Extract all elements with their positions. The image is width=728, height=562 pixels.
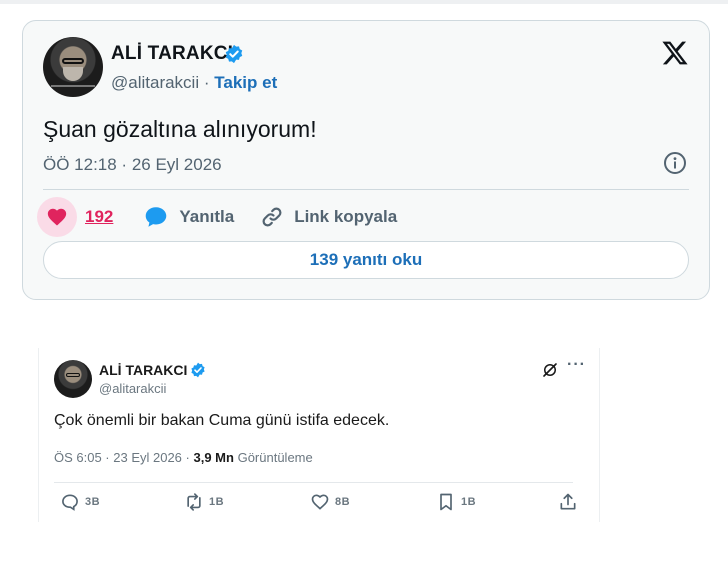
author-handle[interactable]: @alitarakcii xyxy=(111,73,199,92)
tweet-meta: ÖS 6:05 · 23 Eyl 2026 · 3,9 Mn Görüntüle… xyxy=(54,450,313,465)
tweet-text: Şuan gözaltına alınıyorum! xyxy=(43,116,317,142)
verified-badge-icon xyxy=(225,44,243,64)
embedded-tweet-card: ALİ TARAKCI @alitarakcii · Takip et Şuan… xyxy=(22,20,710,300)
verified-badge-icon xyxy=(191,362,205,378)
reply-icon xyxy=(62,494,78,511)
tweet-time: ÖS 6:05 · 23 Eyl 2026 · xyxy=(54,450,190,465)
author-name[interactable]: ALİ TARAKCI xyxy=(111,43,233,65)
author-name: ALİ TARAKCI xyxy=(99,362,188,378)
like-button[interactable] xyxy=(37,197,77,237)
retweet-action: 1B xyxy=(184,492,224,512)
more-icon: ··· xyxy=(567,356,586,373)
heart-icon xyxy=(47,208,67,226)
like-count: 8B xyxy=(335,496,351,508)
tweet-screenshot: ALİ TARAKCI @alitarakcii ··· Çok önemli … xyxy=(38,348,600,522)
views-label: Görüntüleme xyxy=(237,450,313,465)
retweet-icon xyxy=(187,493,201,511)
follow-link[interactable]: Takip et xyxy=(214,73,277,92)
read-replies-button[interactable]: 139 yanıtı oku xyxy=(43,241,689,279)
like-action: 8B xyxy=(310,492,350,512)
reply-count: 3B xyxy=(85,496,101,508)
share-icon xyxy=(560,493,576,510)
reply-action: 3B xyxy=(60,492,100,512)
info-icon[interactable] xyxy=(663,151,687,175)
copy-link-button[interactable]: Link kopyala xyxy=(294,207,397,227)
bookmark-icon xyxy=(440,493,452,511)
avatar[interactable] xyxy=(43,37,103,97)
action-bar: 192 Yanıtla Link kopyala xyxy=(37,197,397,237)
bookmark-count: 1B xyxy=(461,496,477,508)
link-icon[interactable] xyxy=(260,205,284,229)
share-action xyxy=(558,492,583,512)
bookmark-action: 1B xyxy=(436,492,476,512)
tweet-timestamp[interactable]: ÖÖ 12:18 · 26 Eyl 2026 xyxy=(43,155,222,175)
views-count: 3,9 Mn xyxy=(193,450,234,465)
separator: · xyxy=(203,73,210,92)
retweet-count: 1B xyxy=(209,496,225,508)
divider xyxy=(54,482,573,483)
handle-row: @alitarakcii · Takip et xyxy=(111,73,277,93)
x-logo-icon[interactable] xyxy=(661,39,689,67)
grok-icon xyxy=(543,363,557,377)
like-count[interactable]: 192 xyxy=(85,207,113,227)
divider xyxy=(43,189,689,190)
top-divider xyxy=(0,0,728,4)
heart-outline-icon xyxy=(311,494,329,510)
avatar xyxy=(54,360,92,398)
author-handle: @alitarakcii xyxy=(99,381,167,396)
reply-bubble-icon[interactable] xyxy=(143,204,169,230)
tweet-text: Çok önemli bir bakan Cuma günü istifa ed… xyxy=(54,412,390,429)
action-bar: 3B 1B 8B 1B xyxy=(54,492,579,518)
reply-button[interactable]: Yanıtla xyxy=(179,207,234,227)
